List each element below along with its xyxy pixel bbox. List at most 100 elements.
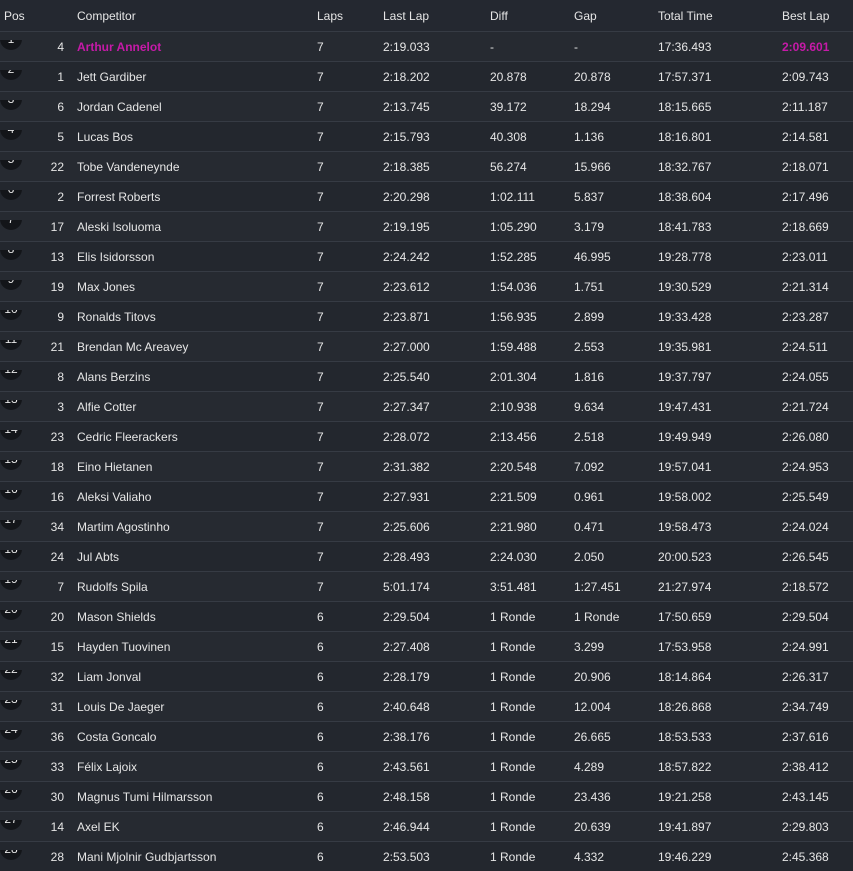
table-row[interactable]: 2714 Axel EK6 2:46.944 1 Ronde 20.639 19:41.8… xyxy=(0,811,853,841)
table-row[interactable]: 2331 Louis De Jaeger6 2:40.648 1 Ronde 12.00… xyxy=(0,691,853,721)
best-lap-value: 2:23.011 xyxy=(782,249,828,264)
competitor-name[interactable]: Jett Gardiber xyxy=(77,70,317,84)
gap-value: 26.665 xyxy=(574,729,611,744)
competitor-name[interactable]: Forrest Roberts xyxy=(77,190,317,204)
table-row[interactable]: 2533 Félix Lajoix6 2:43.561 1 Ronde 4.289 18:… xyxy=(0,751,853,781)
table-row[interactable]: 62 Forrest Roberts7 2:20.298 1:02.111 5.837 1… xyxy=(0,181,853,211)
total-time-value: 19:47.431 xyxy=(658,399,712,414)
diff-value: 1:52.285 xyxy=(490,249,537,264)
diff-value: 1 Ronde xyxy=(490,669,536,684)
last-lap-value: 2:19.033 xyxy=(383,39,430,54)
header-competitor[interactable]: Competitor xyxy=(77,9,317,23)
competitor-name[interactable]: Martim Agostinho xyxy=(77,520,317,534)
competitor-name[interactable]: Elis Isidorsson xyxy=(77,250,317,264)
competitor-name[interactable]: Liam Jonval xyxy=(77,670,317,684)
table-row[interactable]: 522 Tobe Vandeneynde7 2:18.385 56.274 15.966… xyxy=(0,151,853,181)
competitor-name[interactable]: Ronalds Titovs xyxy=(77,310,317,324)
best-lap-value: 2:21.724 xyxy=(782,399,829,414)
best-lap-value: 2:29.803 xyxy=(782,819,829,834)
total-time-value: 19:37.797 xyxy=(658,369,712,384)
gap-value: 20.906 xyxy=(574,669,611,684)
header-gap[interactable]: Gap xyxy=(574,9,658,23)
competitor-name[interactable]: Magnus Tumi Hilmarsson xyxy=(77,790,317,804)
position-cell: 2115 xyxy=(0,639,70,654)
position-cell: 813 xyxy=(0,249,70,264)
best-lap-value: 2:45.368 xyxy=(782,849,829,864)
header-diff[interactable]: Diff xyxy=(490,9,574,23)
table-row[interactable]: 197 Rudolfs Spila7 5:01.174 3:51.481 1:27.45… xyxy=(0,571,853,601)
table-row[interactable]: 2232 Liam Jonval6 2:28.179 1 Ronde 20.906 18:… xyxy=(0,661,853,691)
laps-value: 7 xyxy=(317,519,324,534)
competitor-name[interactable]: Alans Berzins xyxy=(77,370,317,384)
competitor-name[interactable]: Aleski Isoluoma xyxy=(77,220,317,234)
header-pos[interactable]: Pos xyxy=(0,9,70,23)
laps-value: 6 xyxy=(317,819,324,834)
table-row[interactable]: 2115 Hayden Tuovinen6 2:27.408 1 Ronde 3.299… xyxy=(0,631,853,661)
laps-value: 7 xyxy=(317,429,324,444)
competitor-name[interactable]: Alfie Cotter xyxy=(77,400,317,414)
gap-value: - xyxy=(574,39,578,54)
table-row[interactable]: 1121 Brendan Mc Areavey7 2:27.000 1:59.488 2… xyxy=(0,331,853,361)
competitor-name[interactable]: Axel EK xyxy=(77,820,317,834)
diff-value: 2:21.980 xyxy=(490,519,537,534)
last-lap-value: 2:18.202 xyxy=(383,69,430,84)
table-row[interactable]: 109 Ronalds Titovs7 2:23.871 1:56.935 2.899 1… xyxy=(0,301,853,331)
table-row[interactable]: 21 Jett Gardiber7 2:18.202 20.878 20.878 17:5… xyxy=(0,61,853,91)
best-lap-value: 2:26.545 xyxy=(782,549,829,564)
table-row[interactable]: 133 Alfie Cotter7 2:27.347 2:10.938 9.634 19:… xyxy=(0,391,853,421)
laps-value: 7 xyxy=(317,249,324,264)
last-lap-value: 2:27.931 xyxy=(383,489,430,504)
laps-value: 6 xyxy=(317,609,324,624)
competitor-name[interactable]: Brendan Mc Areavey xyxy=(77,340,317,354)
table-row[interactable]: 1824 Jul Abts7 2:28.493 2:24.030 2.050 20:00.… xyxy=(0,541,853,571)
header-best-lap[interactable]: Best Lap xyxy=(782,9,853,23)
last-lap-value: 2:31.382 xyxy=(383,459,430,474)
competitor-name[interactable]: Tobe Vandeneynde xyxy=(77,160,317,174)
competitor-name[interactable]: Eino Hietanen xyxy=(77,460,317,474)
header-total-time[interactable]: Total Time xyxy=(658,9,782,23)
competitor-name[interactable]: Costa Goncalo xyxy=(77,730,317,744)
table-row[interactable]: 2020 Mason Shields6 2:29.504 1 Ronde 1 Ronde… xyxy=(0,601,853,631)
total-time-value: 19:28.778 xyxy=(658,249,712,264)
table-row[interactable]: 919 Max Jones7 2:23.612 1:54.036 1.751 19:30.… xyxy=(0,271,853,301)
competitor-name[interactable]: Jul Abts xyxy=(77,550,317,564)
table-row[interactable]: 128 Alans Berzins7 2:25.540 2:01.304 1.816 19… xyxy=(0,361,853,391)
competitor-name[interactable]: Rudolfs Spila xyxy=(77,580,317,594)
header-last-lap[interactable]: Last Lap xyxy=(383,9,490,23)
competitor-name[interactable]: Mason Shields xyxy=(77,610,317,624)
diff-value: 1 Ronde xyxy=(490,729,536,744)
table-row[interactable]: 14 Arthur Annelot7 2:19.033 - - 17:36.493 2:09… xyxy=(0,31,853,61)
last-lap-value: 2:28.493 xyxy=(383,549,430,564)
table-row[interactable]: 45 Lucas Bos7 2:15.793 40.308 1.136 18:16.801… xyxy=(0,121,853,151)
competitor-name[interactable]: Max Jones xyxy=(77,280,317,294)
best-lap-value: 2:23.287 xyxy=(782,309,829,324)
competitor-name[interactable]: Félix Lajoix xyxy=(77,760,317,774)
competitor-name[interactable]: Louis De Jaeger xyxy=(77,700,317,714)
table-row[interactable]: 1423 Cedric Fleerackers7 2:28.072 2:13.456 2… xyxy=(0,421,853,451)
laps-value: 6 xyxy=(317,849,324,864)
competitor-name[interactable]: Jordan Cadenel xyxy=(77,100,317,114)
competitor-name[interactable]: Cedric Fleerackers xyxy=(77,430,317,444)
laps-value: 7 xyxy=(317,399,324,414)
gap-value: 0.471 xyxy=(574,519,605,534)
table-row[interactable]: 2828 Mani Mjolnir Gudbjartsson6 2:53.503 1 … xyxy=(0,841,853,871)
competitor-name[interactable]: Hayden Tuovinen xyxy=(77,640,317,654)
table-row[interactable]: 1616 Aleksi Valiaho7 2:27.931 2:21.509 0.961… xyxy=(0,481,853,511)
table-row[interactable]: 813 Elis Isidorsson7 2:24.242 1:52.285 46.99… xyxy=(0,241,853,271)
competitor-name[interactable]: Aleksi Valiaho xyxy=(77,490,317,504)
last-lap-value: 2:19.195 xyxy=(383,219,430,234)
table-row[interactable]: 2436 Costa Goncalo6 2:38.176 1 Ronde 26.665 1… xyxy=(0,721,853,751)
table-row[interactable]: 2630 Magnus Tumi Hilmarsson6 2:48.158 1 Ron… xyxy=(0,781,853,811)
position-cell: 522 xyxy=(0,159,70,174)
position-cell: 919 xyxy=(0,279,70,294)
table-row[interactable]: 36 Jordan Cadenel7 2:13.745 39.172 18.294 18:… xyxy=(0,91,853,121)
header-laps[interactable]: Laps xyxy=(317,9,383,23)
competitor-name[interactable]: Mani Mjolnir Gudbjartsson xyxy=(77,850,317,864)
last-lap-value: 2:13.745 xyxy=(383,99,430,114)
table-row[interactable]: 717 Aleski Isoluoma7 2:19.195 1:05.290 3.179… xyxy=(0,211,853,241)
competitor-name[interactable]: Arthur Annelot xyxy=(77,40,317,54)
table-row[interactable]: 1518 Eino Hietanen7 2:31.382 2:20.548 7.092 1… xyxy=(0,451,853,481)
table-row[interactable]: 1734 Martim Agostinho7 2:25.606 2:21.980 0.4… xyxy=(0,511,853,541)
competitor-name[interactable]: Lucas Bos xyxy=(77,130,317,144)
total-time-value: 18:14.864 xyxy=(658,669,712,684)
